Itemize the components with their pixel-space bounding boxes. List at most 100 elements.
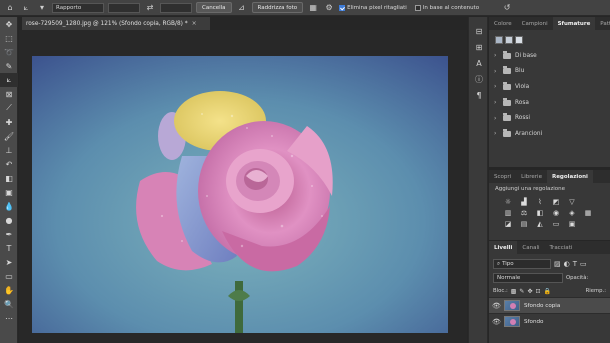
reset-icon[interactable]: ↺: [501, 2, 513, 13]
content-aware-checkbox[interactable]: In base al contenuto: [414, 4, 480, 11]
tab-librerie[interactable]: Librerie: [516, 170, 547, 183]
marquee-tool-icon[interactable]: ⬚: [0, 31, 18, 45]
document-tab[interactable]: rose-729509_1280.jpg @ 121% (Sfondo copi…: [22, 17, 210, 30]
gear-icon[interactable]: ⚙: [323, 2, 335, 13]
straighten-icon[interactable]: ⊿: [236, 2, 248, 13]
move-tool-icon[interactable]: ✥: [0, 17, 18, 31]
width-field[interactable]: [108, 2, 140, 13]
lock-all-icon[interactable]: 🔒: [544, 288, 551, 295]
adjust-filter-icon[interactable]: ◐: [564, 260, 570, 268]
stamp-tool-icon[interactable]: ⊥: [0, 143, 18, 157]
layer-name: Sfondo copia: [524, 302, 561, 309]
hand-tool-icon[interactable]: ✋: [0, 283, 18, 297]
tab-tracciati[interactable]: Tracciati: [545, 241, 578, 254]
blend-row: Normale Opacità:: [489, 271, 610, 285]
brightness-contrast-icon[interactable]: ☼: [503, 198, 513, 206]
invert-icon[interactable]: ◪: [503, 220, 513, 228]
info-icon[interactable]: ⓘ: [469, 71, 489, 87]
chevron-down-icon[interactable]: ▾: [36, 2, 48, 13]
lock-pixels-icon[interactable]: ▩: [511, 288, 517, 295]
delete-cropped-checkbox[interactable]: Elimina pixel ritagliati: [339, 4, 407, 11]
eyedropper-tool-icon[interactable]: ⟋: [0, 101, 18, 115]
pixel-filter-icon[interactable]: ▨: [554, 260, 561, 268]
tab-campioni[interactable]: Campioni: [517, 17, 553, 30]
document-canvas-image[interactable]: [32, 56, 448, 333]
grid-overlay-icon[interactable]: ▦: [307, 2, 319, 13]
blend-mode-select[interactable]: Normale: [493, 273, 563, 283]
channel-mixer-icon[interactable]: ◈: [567, 209, 577, 217]
eye-icon[interactable]: 👁: [492, 302, 501, 310]
history-brush-icon[interactable]: ↶: [0, 157, 18, 171]
properties-icon[interactable]: ⊞: [469, 39, 489, 55]
eye-icon[interactable]: 👁: [492, 318, 501, 326]
crop-tool-icon[interactable]: ⟀: [0, 73, 18, 87]
layer-row-sfondo[interactable]: 👁 Sfondo: [489, 313, 610, 329]
exposure-icon[interactable]: ◩: [551, 198, 561, 206]
selective-color-icon[interactable]: ▣: [567, 220, 577, 228]
quick-select-tool-icon[interactable]: ✎: [0, 59, 18, 73]
shape-filter-icon[interactable]: ▭: [580, 260, 587, 268]
curves-icon[interactable]: ⌇: [535, 198, 545, 206]
levels-icon[interactable]: ▟: [519, 198, 529, 206]
eraser-tool-icon[interactable]: ◧: [0, 171, 18, 185]
straighten-button[interactable]: Raddrizza foto: [251, 2, 304, 13]
gradient-swatch[interactable]: [495, 36, 503, 44]
swap-icon[interactable]: ⇄: [144, 2, 156, 13]
pen-tool-icon[interactable]: ✒: [0, 227, 18, 241]
lock-move-icon[interactable]: ✥: [527, 288, 532, 295]
lock-artboard-icon[interactable]: ⊡: [535, 288, 540, 295]
zoom-tool-icon[interactable]: 🔍: [0, 297, 18, 311]
folder-blu[interactable]: › Blu: [489, 64, 610, 80]
height-field[interactable]: [160, 2, 192, 13]
gradient-map-icon[interactable]: ▭: [551, 220, 561, 228]
character-icon[interactable]: ¶: [469, 87, 489, 103]
layer-thumbnail: [504, 300, 520, 311]
tab-scopri[interactable]: Scopri: [489, 170, 516, 183]
folder-rossi[interactable]: › Rossi: [489, 110, 610, 126]
clear-button[interactable]: Cancella: [196, 2, 232, 13]
tab-canali[interactable]: Canali: [517, 241, 544, 254]
ratio-select[interactable]: Rapporto: [52, 2, 104, 13]
threshold-icon[interactable]: ◭: [535, 220, 545, 228]
tab-pattern[interactable]: Pattern: [595, 17, 610, 30]
gradient-swatch[interactable]: [505, 36, 513, 44]
lasso-tool-icon[interactable]: ➰: [0, 45, 18, 59]
folder-di-base[interactable]: › Di base: [489, 48, 610, 64]
dodge-tool-icon[interactable]: ●: [0, 213, 18, 227]
lock-paint-icon[interactable]: ✎: [519, 288, 524, 295]
gradient-tool-icon[interactable]: ▣: [0, 185, 18, 199]
more-tools-icon[interactable]: ⋯: [0, 311, 18, 325]
layers-panel: Livelli Canali Tracciati ⌕ Tipo ▨ ◐ T ▭ …: [489, 241, 610, 343]
color-balance-icon[interactable]: ⚖: [519, 209, 529, 217]
tab-colore[interactable]: Colore: [489, 17, 517, 30]
posterize-icon[interactable]: ▤: [519, 220, 529, 228]
close-icon[interactable]: ×: [192, 20, 197, 27]
tab-sfumature[interactable]: Sfumature: [552, 17, 596, 30]
color-lookup-icon[interactable]: ▦: [583, 209, 593, 217]
folder-rosa[interactable]: › Rosa: [489, 95, 610, 111]
tab-livelli[interactable]: Livelli: [489, 241, 518, 254]
path-select-tool-icon[interactable]: ➤: [0, 255, 18, 269]
layer-row-sfondo-copia[interactable]: 👁 Sfondo copia: [489, 297, 610, 313]
folder-arancioni[interactable]: › Arancioni: [489, 126, 610, 142]
brush-tool-icon[interactable]: 🖌: [0, 129, 18, 143]
vibrance-icon[interactable]: ▽: [567, 198, 577, 206]
blur-tool-icon[interactable]: 💧: [0, 199, 18, 213]
type-tool-icon[interactable]: T: [0, 241, 18, 255]
folder-viola[interactable]: › Viola: [489, 79, 610, 95]
history-icon[interactable]: ⊟: [469, 23, 489, 39]
hue-saturation-icon[interactable]: ▥: [503, 209, 513, 217]
type-filter-icon[interactable]: T: [573, 260, 577, 268]
photo-filter-icon[interactable]: ◉: [551, 209, 561, 217]
healing-tool-icon[interactable]: ✚: [0, 115, 18, 129]
home-icon[interactable]: ⌂: [4, 2, 16, 13]
tab-regolazioni[interactable]: Regolazioni: [546, 170, 593, 183]
glyphs-icon[interactable]: A: [469, 55, 489, 71]
frame-tool-icon[interactable]: ⊠: [0, 87, 18, 101]
shape-tool-icon[interactable]: ▭: [0, 269, 18, 283]
gradient-swatch[interactable]: [515, 36, 523, 44]
crop-tool-icon[interactable]: ⟀: [20, 2, 32, 13]
content-aware-label: In base al contenuto: [422, 4, 480, 11]
black-white-icon[interactable]: ◧: [535, 209, 545, 217]
layer-filter-select[interactable]: ⌕ Tipo: [493, 259, 551, 269]
